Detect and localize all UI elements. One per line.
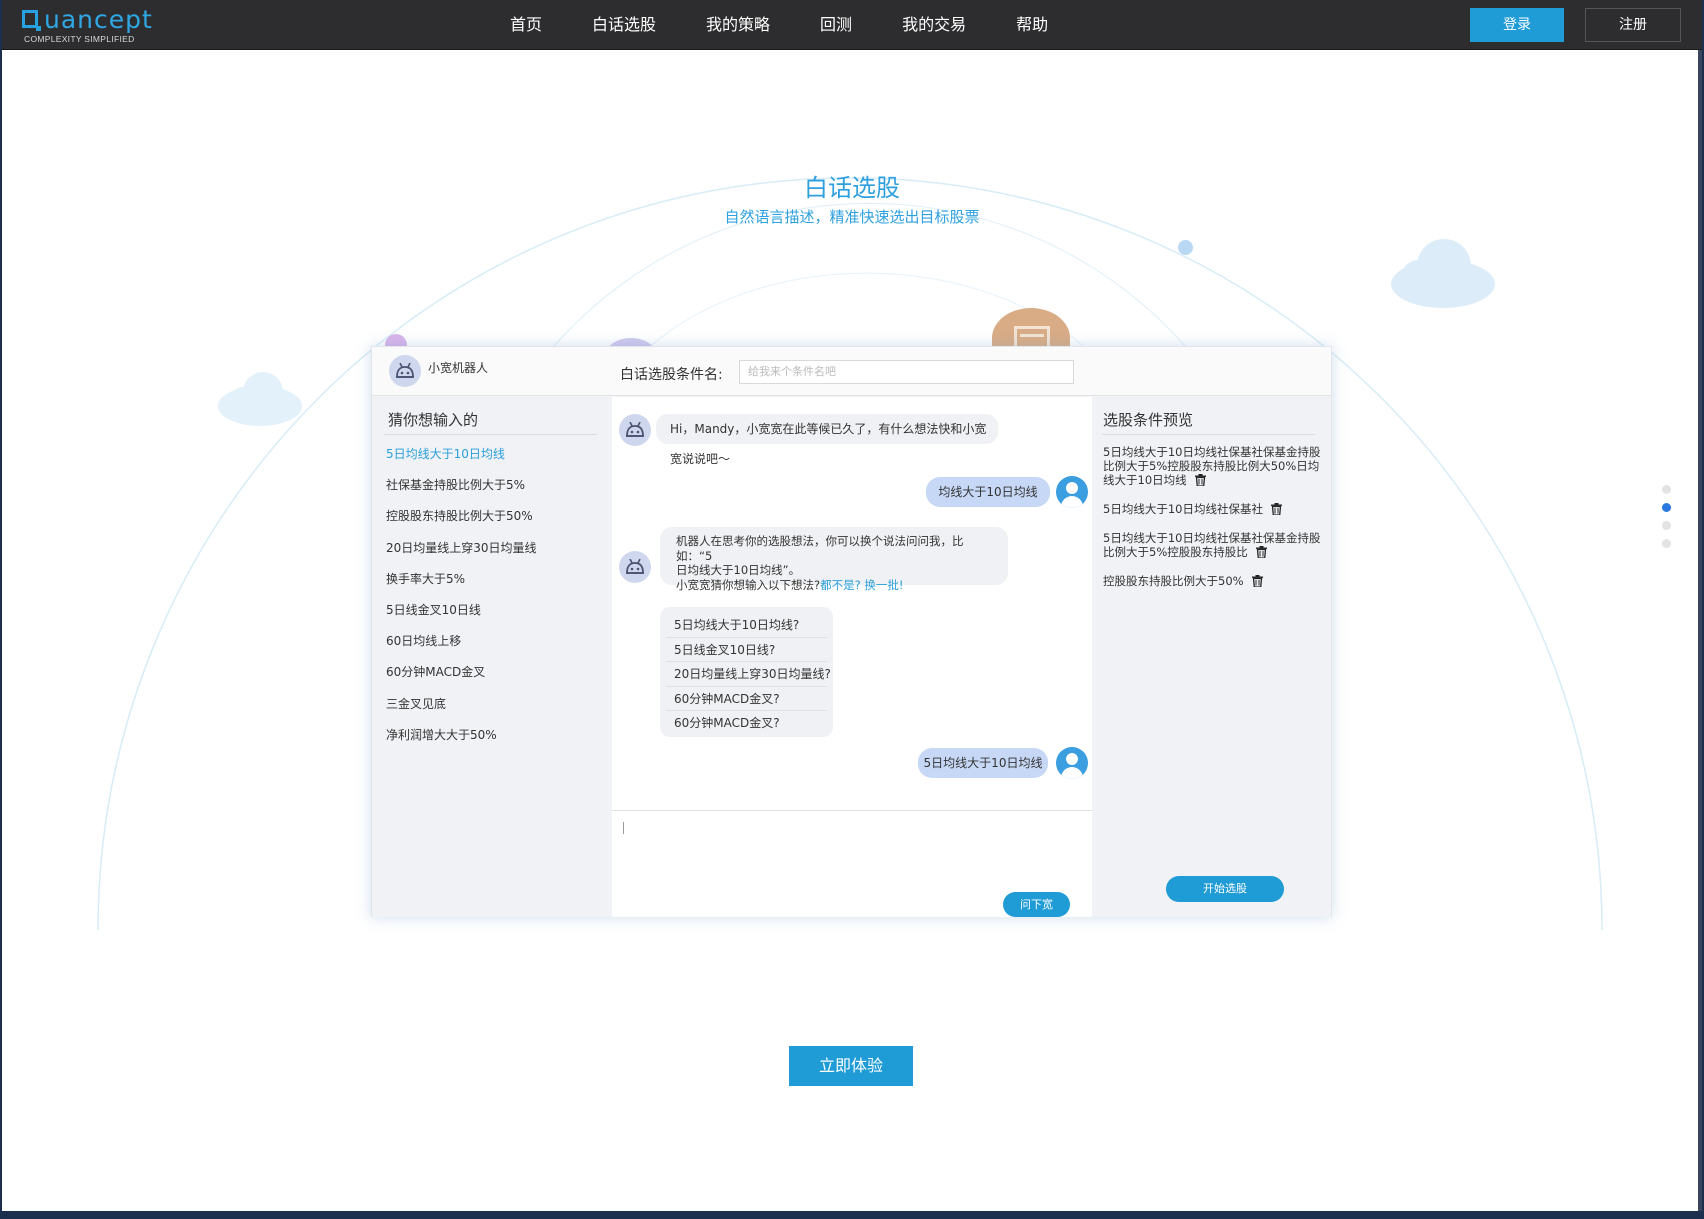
login-button[interactable]: 登录	[1470, 8, 1564, 42]
suggested-option[interactable]: 20日均量线上穿30日均量线?	[666, 662, 831, 687]
suggestions-title: 猜你想输入的	[388, 411, 479, 429]
suggestion-list: 5日均线大于10日均线 社保基金持股比例大于5% 控股股东持股比例大于50% 2…	[386, 446, 537, 758]
robot-icon	[396, 363, 414, 378]
cloud-left-icon	[218, 372, 302, 426]
suggestion-item[interactable]: 控股股东持股比例大于50%	[386, 508, 537, 539]
trash-icon[interactable]	[1194, 474, 1206, 486]
robot-avatar	[389, 355, 421, 387]
cloud-right-icon	[1391, 239, 1495, 308]
suggested-options-box: 5日均线大于10日均线? 5日线金叉10日线? 20日均量线上穿30日均量线? …	[660, 607, 833, 737]
suggestion-item[interactable]: 换手率大于5%	[386, 571, 537, 602]
nav-links: 首页 白话选股 我的策略 回测 我的交易 帮助	[510, 0, 1098, 50]
preview-item: 5日均线大于10日均线社保基社保基金持股比例大于5%控股股东持股比	[1103, 531, 1325, 559]
mock-header: 小宽机器人 白话选股条件名: 给我来个条件名吧	[372, 347, 1331, 396]
chat-stock-picker-demo: 小宽机器人 白话选股条件名: 给我来个条件名吧 猜你想输入的 5日均线大于10日…	[371, 346, 1332, 917]
register-button[interactable]: 注册	[1585, 8, 1681, 42]
preview-item-text: 5日均线大于10日均线社保基社保基金持股比例大于5%控股股东持股比	[1103, 531, 1321, 559]
try-now-button[interactable]: 立即体验	[789, 1046, 913, 1086]
bot-reply-text: 机器人在思考你的选股想法，你可以换个说法问问我，比如：“5	[676, 534, 964, 563]
preview-item: 5日均线大于10日均线社保基社	[1103, 502, 1325, 516]
divider	[384, 434, 597, 435]
suggestion-item[interactable]: 60日均线上移	[386, 633, 537, 664]
suggested-option[interactable]: 60分钟MACD金叉?	[666, 711, 827, 736]
trash-icon[interactable]	[1251, 575, 1263, 587]
pagination-dot-active[interactable]	[1662, 503, 1671, 512]
suggestion-item[interactable]: 5日线金叉10日线	[386, 602, 537, 633]
refresh-suggestions-link[interactable]: 都不是? 换一批!	[820, 578, 903, 592]
bot-greeting-bubble: Hi，Mandy，小宽宽在此等候已久了，有什么想法快和小宽宽说说吧～	[656, 414, 998, 466]
bot-reply-bubble: 机器人在思考你的选股想法，你可以换个说法问问我，比如：“5 日均线大于10日均线…	[660, 527, 1008, 592]
pagination-dot[interactable]	[1662, 539, 1671, 548]
suggestion-item[interactable]: 社保基金持股比例大于5%	[386, 477, 537, 508]
condition-name-input[interactable]: 给我来个条件名吧	[739, 360, 1074, 384]
suggestions-panel: 猜你想输入的 5日均线大于10日均线 社保基金持股比例大于5% 控股股东持股比例…	[372, 397, 612, 917]
suggestion-item[interactable]: 三金叉见底	[386, 696, 537, 727]
robot-avatar	[619, 414, 651, 446]
user-message-bubble: 均线大于10日均线	[926, 477, 1050, 507]
nav-link-my-strategies[interactable]: 我的策略	[706, 0, 770, 50]
nav-link-backtest[interactable]: 回测	[820, 0, 852, 50]
condition-name-label: 白话选股条件名:	[620, 367, 723, 383]
logo-text: uancept	[44, 5, 153, 34]
pagination-dot[interactable]	[1662, 521, 1671, 530]
suggested-option[interactable]: 5日线金叉10日线?	[666, 638, 827, 662]
preview-item-text: 控股股东持股比例大于50%	[1103, 574, 1244, 588]
logo-q-icon	[22, 10, 41, 31]
suggestion-item[interactable]: 净利润增大大于50%	[386, 727, 537, 758]
bot-reply-text: 小宽宽猜你想输入以下想法?	[676, 577, 821, 592]
logo-tagline: COMPLEXITY SIMPLIFIED	[24, 34, 135, 44]
page: uancept COMPLEXITY SIMPLIFIED 首页 白话选股 我的…	[2, 0, 1702, 1211]
preview-item-text: 5日均线大于10日均线社保基社保基金持股比例大于5%控股股东持股比例大50%日均…	[1103, 445, 1321, 487]
quancept-logo[interactable]: uancept COMPLEXITY SIMPLIFIED	[22, 6, 172, 46]
hero-subtitle: 自然语言描述，精准快速选出目标股票	[724, 208, 980, 226]
ask-button[interactable]: 问下宽	[1003, 892, 1070, 917]
suggestion-item[interactable]: 20日均量线上穿30日均量线	[386, 540, 537, 571]
suggestion-item[interactable]: 5日均线大于10日均线	[386, 446, 537, 477]
suggested-option[interactable]: 5日均线大于10日均线?	[666, 613, 827, 638]
hero-title: 白话选股	[804, 174, 900, 202]
user-message-bubble: 5日均线大于10日均线	[918, 748, 1048, 778]
trash-icon[interactable]	[1255, 546, 1267, 558]
robot-icon	[626, 559, 644, 574]
preview-item: 5日均线大于10日均线社保基社保基金持股比例大于5%控股股东持股比例大50%日均…	[1103, 445, 1325, 487]
robot-icon	[626, 422, 644, 437]
start-picking-button[interactable]: 开始选股	[1166, 876, 1284, 902]
preview-list: 5日均线大于10日均线社保基社保基金持股比例大于5%控股股东持股比例大50%日均…	[1103, 445, 1325, 603]
bot-name: 小宽机器人	[428, 361, 489, 375]
divider	[1102, 434, 1315, 435]
scrollbar-edge[interactable]	[1698, 50, 1702, 1211]
suggestion-item[interactable]: 60分钟MACD金叉	[386, 664, 537, 695]
user-avatar	[1056, 747, 1088, 779]
text-caret	[623, 822, 624, 834]
robot-avatar	[619, 551, 651, 583]
chat-panel: Hi，Mandy，小宽宽在此等候已久了，有什么想法快和小宽宽说说吧～ 均线大于1…	[612, 397, 1092, 917]
condition-preview-panel: 选股条件预览 5日均线大于10日均线社保基社保基金持股比例大于5%控股股东持股比…	[1092, 397, 1331, 917]
bot-reply-text: 日均线大于10日均线”。	[676, 563, 801, 577]
nav-link-plain-stock-picking[interactable]: 白话选股	[592, 0, 656, 50]
decor-dot-blue	[1178, 240, 1193, 255]
nav-link-home[interactable]: 首页	[510, 0, 542, 50]
user-avatar	[1056, 476, 1088, 508]
nav-link-help[interactable]: 帮助	[1016, 0, 1048, 50]
top-navbar: uancept COMPLEXITY SIMPLIFIED 首页 白话选股 我的…	[2, 0, 1702, 50]
suggested-option[interactable]: 60分钟MACD金叉?	[666, 687, 827, 711]
preview-item-text: 5日均线大于10日均线社保基社	[1103, 502, 1263, 516]
preview-title: 选股条件预览	[1103, 411, 1194, 429]
preview-item: 控股股东持股比例大于50%	[1103, 574, 1325, 588]
trash-icon[interactable]	[1270, 503, 1282, 515]
chat-input-area[interactable]: 问下宽	[612, 810, 1092, 917]
pagination-dot[interactable]	[1662, 485, 1671, 494]
nav-link-my-trades[interactable]: 我的交易	[902, 0, 966, 50]
section-pagination	[1662, 485, 1674, 557]
